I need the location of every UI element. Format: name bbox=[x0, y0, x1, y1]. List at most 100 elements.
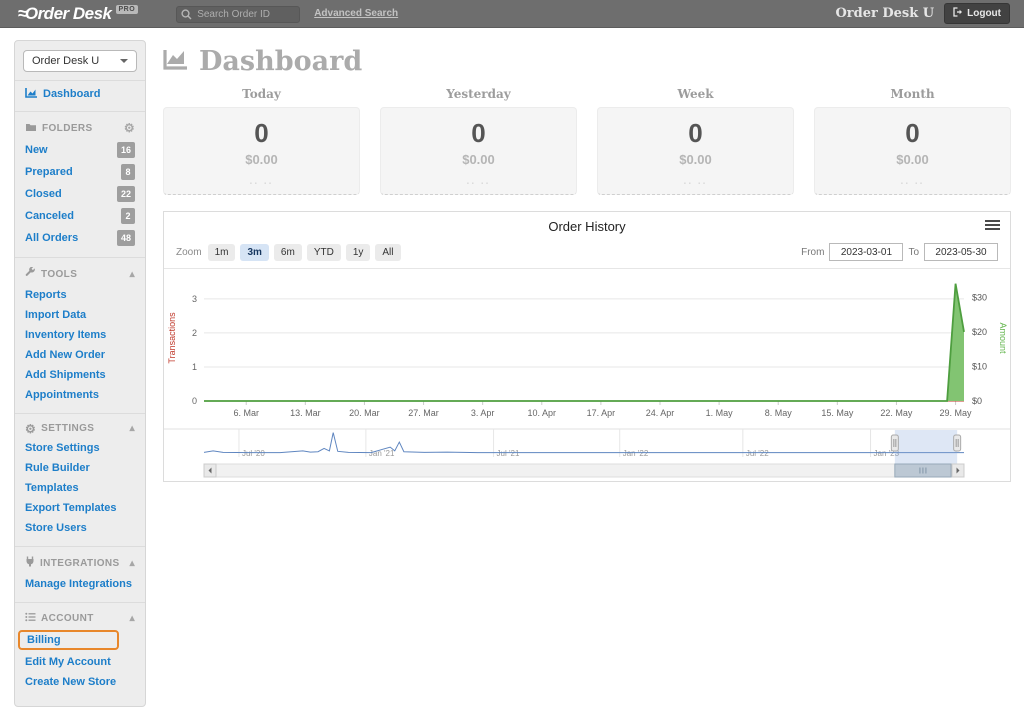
section-header-folders[interactable]: FOLDERS ⚙ bbox=[15, 118, 145, 139]
sidebar-item-add-new-order[interactable]: Add New Order bbox=[15, 345, 145, 365]
svg-text:Transactions: Transactions bbox=[167, 312, 177, 364]
current-store-name: Order Desk U bbox=[835, 6, 935, 21]
stat-amount: $0.00 bbox=[462, 152, 495, 167]
main-content: Dashboard Today 0 $0.00 .. .. Yesterday … bbox=[163, 40, 1011, 482]
svg-text:Jul '20: Jul '20 bbox=[242, 449, 265, 458]
order-search bbox=[176, 4, 301, 25]
zoom-button-1m[interactable]: 1m bbox=[207, 243, 236, 261]
app-logo[interactable]: ≈Order Desk PRO bbox=[18, 4, 139, 24]
sidebar-item-label: Reports bbox=[25, 289, 67, 301]
search-input[interactable] bbox=[176, 6, 301, 23]
sidebar-item-edit-my-account[interactable]: Edit My Account bbox=[15, 652, 145, 672]
to-label: To bbox=[908, 246, 919, 258]
stat-count: 0 bbox=[905, 118, 920, 148]
stat-label: Yesterday bbox=[446, 87, 511, 101]
svg-text:29. May: 29. May bbox=[940, 408, 973, 418]
sidebar-item-label: Store Settings bbox=[25, 442, 100, 454]
stat-sub: .. .. bbox=[683, 176, 708, 187]
stat-label: Month bbox=[890, 87, 935, 101]
from-date-input[interactable] bbox=[829, 243, 904, 261]
section-label: TOOLS bbox=[41, 268, 78, 280]
zoom-button-3m[interactable]: 3m bbox=[240, 243, 269, 261]
svg-text:10. Apr: 10. Apr bbox=[528, 408, 557, 418]
to-date-input[interactable] bbox=[924, 243, 998, 261]
section-header-settings[interactable]: ⚙ SETTINGS ▴ bbox=[15, 420, 145, 438]
sidebar-item-dashboard[interactable]: Dashboard bbox=[15, 81, 145, 107]
svg-text:6. Mar: 6. Mar bbox=[233, 408, 259, 418]
svg-text:$10: $10 bbox=[972, 361, 987, 371]
gear-icon[interactable]: ⚙ bbox=[124, 121, 135, 135]
sidebar-item-label: Dashboard bbox=[43, 88, 101, 100]
svg-text:20. Mar: 20. Mar bbox=[349, 408, 380, 418]
svg-text:Amount: Amount bbox=[998, 322, 1008, 354]
navbar-right: Order Desk U Logout bbox=[835, 3, 1010, 24]
count-badge: 16 bbox=[116, 142, 135, 158]
list-icon bbox=[25, 612, 36, 625]
sidebar-item-label: Add Shipments bbox=[25, 369, 106, 381]
search-icon bbox=[181, 7, 192, 25]
panel-title: Order History bbox=[548, 219, 626, 234]
sidebar-item-templates[interactable]: Templates bbox=[15, 478, 145, 498]
count-badge: 48 bbox=[116, 230, 135, 246]
logout-icon bbox=[953, 7, 963, 20]
stat-amount: $0.00 bbox=[245, 152, 278, 167]
sidebar-item-label: Prepared bbox=[25, 166, 73, 178]
section-header-tools[interactable]: TOOLS ▴ bbox=[15, 264, 145, 285]
stat-count: 0 bbox=[688, 118, 703, 148]
sidebar-item-appointments[interactable]: Appointments bbox=[15, 385, 145, 405]
sidebar-item-prepared[interactable]: Prepared 8 bbox=[15, 161, 145, 183]
svg-text:Jul '21: Jul '21 bbox=[497, 449, 520, 458]
sidebar-item-import-data[interactable]: Import Data bbox=[15, 305, 145, 325]
zoom-button-6m[interactable]: 6m bbox=[273, 243, 302, 261]
chevron-up-icon: ▴ bbox=[129, 423, 135, 434]
svg-text:17. Apr: 17. Apr bbox=[587, 408, 616, 418]
svg-text:1: 1 bbox=[192, 362, 197, 372]
sidebar-item-label: Canceled bbox=[25, 210, 74, 222]
logout-button[interactable]: Logout bbox=[944, 3, 1010, 24]
stat-count: 0 bbox=[254, 118, 269, 148]
section-settings: ⚙ SETTINGS ▴ Store Settings Rule Builder… bbox=[15, 413, 145, 542]
sidebar-item-closed[interactable]: Closed 22 bbox=[15, 183, 145, 205]
svg-text:Jan '21: Jan '21 bbox=[369, 449, 395, 458]
hamburger-menu-icon[interactable] bbox=[985, 220, 1000, 232]
area-chart-icon bbox=[163, 46, 189, 77]
zoom-label: Zoom bbox=[176, 246, 202, 258]
zoom-button-1y[interactable]: 1y bbox=[345, 243, 371, 261]
sidebar-item-new[interactable]: New 16 bbox=[15, 139, 145, 161]
sidebar-item-create-new-store[interactable]: Create New Store bbox=[15, 672, 145, 692]
sidebar-item-rule-builder[interactable]: Rule Builder bbox=[15, 458, 145, 478]
section-header-account[interactable]: ACCOUNT ▴ bbox=[15, 609, 145, 629]
stat-card: 0 $0.00 .. .. bbox=[597, 107, 794, 195]
svg-text:3. Apr: 3. Apr bbox=[471, 408, 495, 418]
folder-icon bbox=[25, 122, 37, 135]
wrench-icon bbox=[25, 266, 36, 281]
store-selector[interactable]: Order Desk U bbox=[23, 50, 137, 72]
zoom-button-all[interactable]: All bbox=[375, 243, 401, 261]
sidebar-item-export-templates[interactable]: Export Templates bbox=[15, 498, 145, 518]
gear-icon: ⚙ bbox=[25, 421, 37, 436]
sidebar-item-add-shipments[interactable]: Add Shipments bbox=[15, 365, 145, 385]
svg-text:2: 2 bbox=[192, 328, 197, 338]
section-label: ACCOUNT bbox=[41, 613, 94, 624]
order-history-chart[interactable]: 0 1 2 3 $0 $10 $20 $30 6. Mar 13. Mar 20. Mar 27. M… bbox=[164, 269, 1010, 481]
sidebar-item-inventory-items[interactable]: Inventory Items bbox=[15, 325, 145, 345]
stat-month: Month 0 $0.00 .. .. bbox=[814, 87, 1011, 195]
sidebar-item-billing-highlighted[interactable]: Billing bbox=[18, 630, 119, 650]
section-header-integrations[interactable]: INTEGRATIONS ▴ bbox=[15, 553, 145, 574]
chevron-up-icon: ▴ bbox=[129, 268, 135, 280]
svg-text:27. Mar: 27. Mar bbox=[408, 408, 439, 418]
sidebar-item-canceled[interactable]: Canceled 2 bbox=[15, 205, 145, 227]
sidebar-item-label: Manage Integrations bbox=[25, 578, 132, 590]
sidebar-item-store-settings[interactable]: Store Settings bbox=[15, 438, 145, 458]
sidebar-item-manage-integrations[interactable]: Manage Integrations bbox=[15, 574, 145, 594]
sidebar-item-reports[interactable]: Reports bbox=[15, 285, 145, 305]
advanced-search-link[interactable]: Advanced Search bbox=[314, 8, 398, 19]
zoom-button-ytd[interactable]: YTD bbox=[306, 243, 341, 261]
sidebar-item-label: Billing bbox=[27, 634, 61, 646]
sidebar-item-all-orders[interactable]: All Orders 48 bbox=[15, 227, 145, 249]
sidebar-item-label: Closed bbox=[25, 188, 62, 200]
sidebar-item-store-users[interactable]: Store Users bbox=[15, 518, 145, 538]
chevron-up-icon: ▴ bbox=[129, 613, 135, 624]
stat-yesterday: Yesterday 0 $0.00 .. .. bbox=[380, 87, 577, 195]
svg-text:$0: $0 bbox=[972, 396, 982, 406]
